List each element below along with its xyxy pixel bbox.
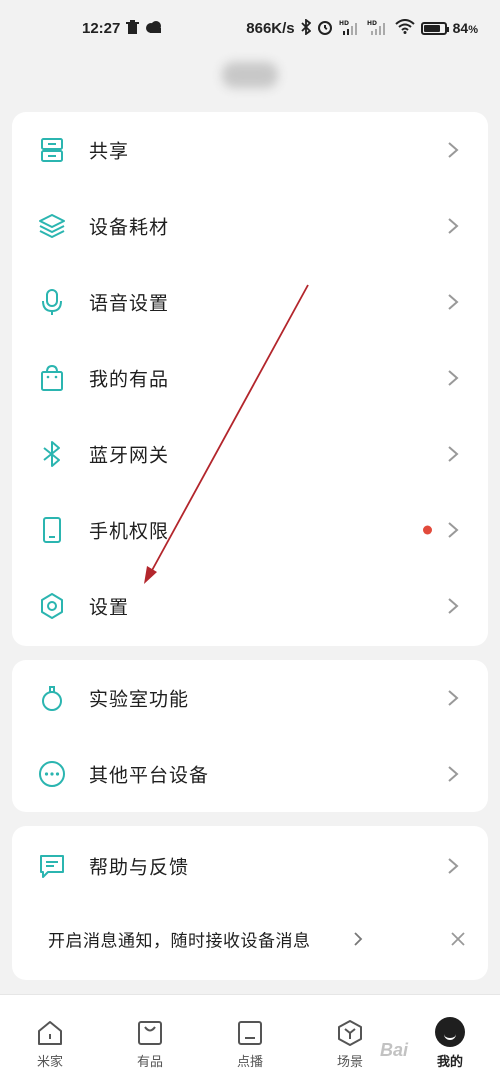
notification-prompt[interactable]: 开启消息通知，随时接收设备消息 [12, 904, 488, 974]
cloud-icon [145, 20, 163, 36]
battery-percent-value: 84 [452, 20, 469, 36]
menu-card-main: 共享 设备耗材 语音设置 我的有品 蓝牙网关 手机权限 设置 [12, 112, 488, 646]
menu-item-other-platform-devices[interactable]: 其他平台设备 [12, 736, 488, 812]
share-cabinet-icon [38, 136, 66, 164]
nav-label: 米家 [36, 1054, 63, 1069]
feedback-message-icon [38, 852, 66, 880]
shopping-bag-icon [38, 364, 66, 392]
chevron-right-icon [446, 293, 460, 311]
microphone-icon [38, 288, 66, 316]
nav-label: 有品 [136, 1054, 163, 1069]
nav-label: 场景 [336, 1054, 363, 1069]
scene-cube-icon [336, 1019, 364, 1047]
menu-card-help: 帮助与反馈 开启消息通知，随时接收设备消息 [12, 826, 488, 980]
nav-tab-dianbo[interactable]: 点播 [210, 995, 290, 1084]
trash-icon [126, 19, 140, 37]
menu-item-label: 设备耗材 [89, 217, 170, 239]
nav-label: 点播 [236, 1054, 263, 1069]
status-bar: 12:27 866K/s HD HD 84% [0, 0, 500, 56]
clock: 12:27 [82, 19, 121, 37]
menu-item-label: 蓝牙网关 [89, 445, 170, 467]
menu-item-my-youpin[interactable]: 我的有品 [12, 340, 488, 416]
signal-hd-icon-2: HD [367, 19, 389, 38]
menu-item-voice-settings[interactable]: 语音设置 [12, 264, 488, 340]
layers-icon [38, 212, 66, 240]
chevron-right-icon [446, 217, 460, 235]
avatar-icon [435, 1017, 465, 1047]
nav-tab-mijia[interactable]: 米家 [10, 995, 90, 1084]
status-right: 866K/s HD HD 84% [246, 17, 478, 38]
chevron-right-icon [446, 445, 460, 463]
bag-icon [136, 1019, 164, 1047]
menu-item-label: 实验室功能 [89, 689, 190, 711]
chevron-right-icon [446, 597, 460, 615]
svg-text:HD: HD [339, 20, 349, 27]
chevron-right-icon [446, 369, 460, 387]
nav-tab-mine[interactable]: 我的 [410, 995, 490, 1084]
flask-icon [38, 684, 66, 712]
bluetooth-icon [301, 17, 312, 38]
menu-item-bluetooth-gateway[interactable]: 蓝牙网关 [12, 416, 488, 492]
menu-item-settings[interactable]: 设置 [12, 568, 488, 644]
menu-item-label: 其他平台设备 [89, 765, 210, 787]
close-icon[interactable] [450, 931, 466, 947]
menu-item-label: 我的有品 [89, 369, 170, 391]
tv-icon [236, 1019, 264, 1047]
blurred-username[interactable] [222, 62, 278, 88]
more-dots-icon [38, 760, 66, 788]
chevron-right-icon [446, 689, 460, 707]
battery-icon [420, 21, 449, 35]
phone-icon [38, 516, 66, 544]
menu-item-label: 设置 [89, 597, 130, 619]
svg-text:HD: HD [367, 20, 377, 27]
signal-hd-icon: HD [339, 19, 361, 38]
battery-percent-unit: % [468, 24, 478, 36]
menu-item-label: 帮助与反馈 [89, 857, 190, 879]
menu-item-share[interactable]: 共享 [12, 112, 488, 188]
notification-prompt-text: 开启消息通知，随时接收设备消息 [48, 931, 311, 951]
home-icon [36, 1019, 64, 1047]
battery-level [423, 24, 441, 32]
menu-item-label: 手机权限 [89, 521, 170, 543]
alarm-icon [317, 19, 333, 38]
chevron-right-icon [352, 931, 364, 947]
chevron-right-icon [446, 141, 460, 159]
nav-tab-scene[interactable]: 场景 [310, 995, 390, 1084]
menu-item-label: 语音设置 [89, 293, 170, 315]
menu-item-label: 共享 [89, 141, 130, 163]
menu-item-help-feedback[interactable]: 帮助与反馈 [12, 828, 488, 904]
hexagon-settings-icon [38, 592, 66, 620]
battery-percent: 84% [453, 20, 478, 36]
menu-card-lab: 实验室功能 其他平台设备 [12, 660, 488, 812]
notification-red-dot [423, 525, 432, 535]
chevron-right-icon [446, 765, 460, 783]
nav-tab-youpin[interactable]: 有品 [110, 995, 190, 1084]
chevron-right-icon [446, 857, 460, 875]
watermark: Bai [380, 1040, 409, 1060]
menu-item-phone-permissions[interactable]: 手机权限 [12, 492, 488, 568]
wifi-icon [394, 19, 415, 37]
menu-item-lab-features[interactable]: 实验室功能 [12, 660, 488, 736]
chevron-right-icon [446, 521, 460, 539]
menu-item-consumables[interactable]: 设备耗材 [12, 188, 488, 264]
network-speed: 866K/s [246, 19, 295, 37]
bluetooth-icon [38, 440, 66, 468]
bottom-nav: 米家 有品 点播 场景 我的 [0, 994, 500, 1084]
status-left: 12:27 [82, 19, 163, 37]
nav-label: 我的 [436, 1054, 463, 1069]
